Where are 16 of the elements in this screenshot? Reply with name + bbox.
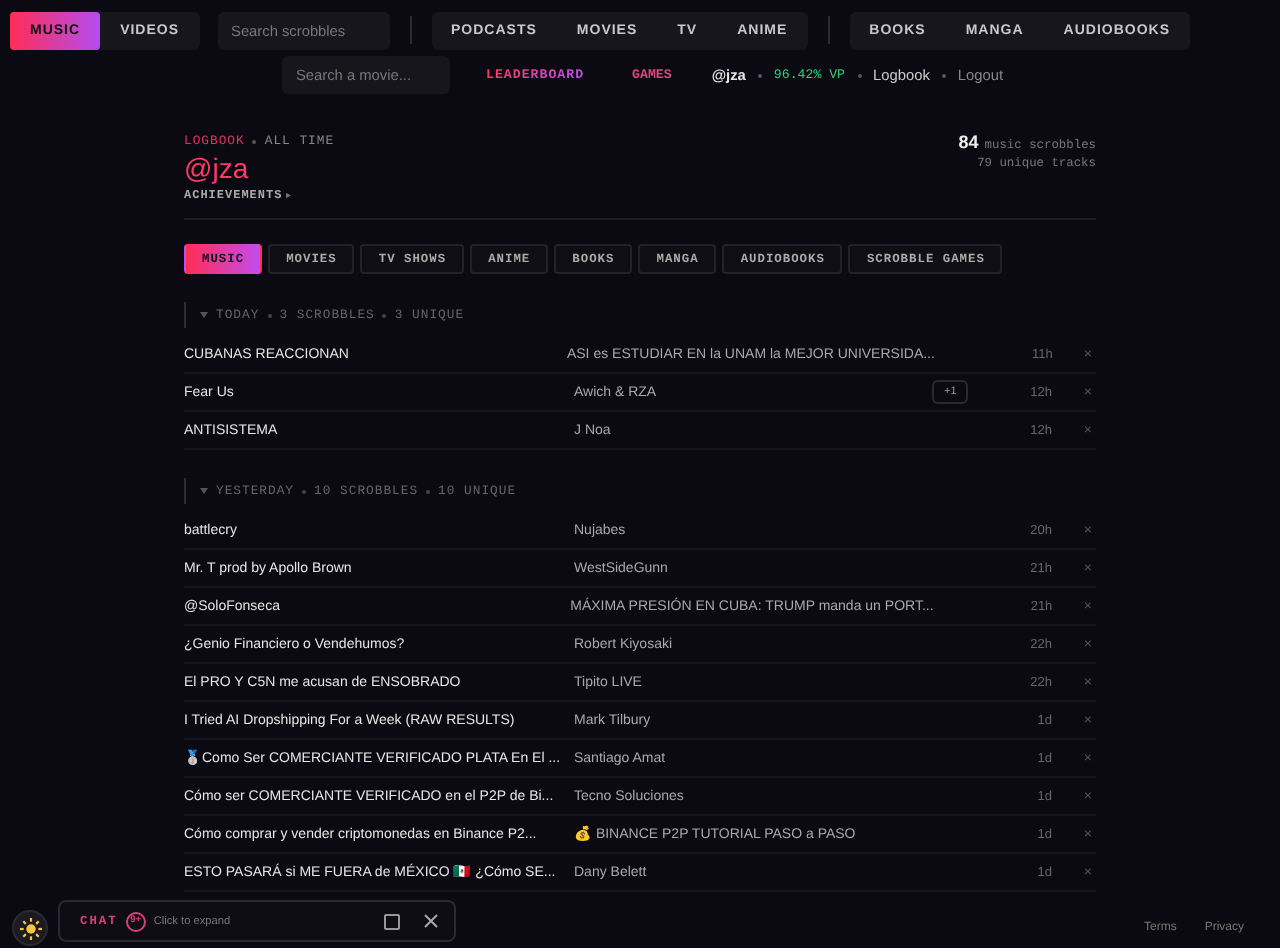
- separator-dot: [426, 489, 431, 493]
- sun-icon: [19, 917, 41, 939]
- separator-dot: [757, 73, 762, 77]
- separator-dot: [302, 489, 307, 493]
- maximize-icon[interactable]: [384, 913, 400, 929]
- separator-dot: [857, 73, 862, 77]
- close-icon[interactable]: [424, 914, 438, 928]
- separator-dot: [267, 313, 272, 317]
- caret-icon[interactable]: [200, 488, 208, 494]
- caret-icon[interactable]: [200, 312, 208, 318]
- separator-dot: [941, 73, 946, 77]
- theme-toggle-button[interactable]: [12, 910, 48, 946]
- separator-dot: [382, 313, 387, 317]
- scrobble-count: 84: [958, 132, 979, 152]
- separator-dot: [252, 139, 257, 143]
- profile-username: @jza: [184, 152, 251, 184]
